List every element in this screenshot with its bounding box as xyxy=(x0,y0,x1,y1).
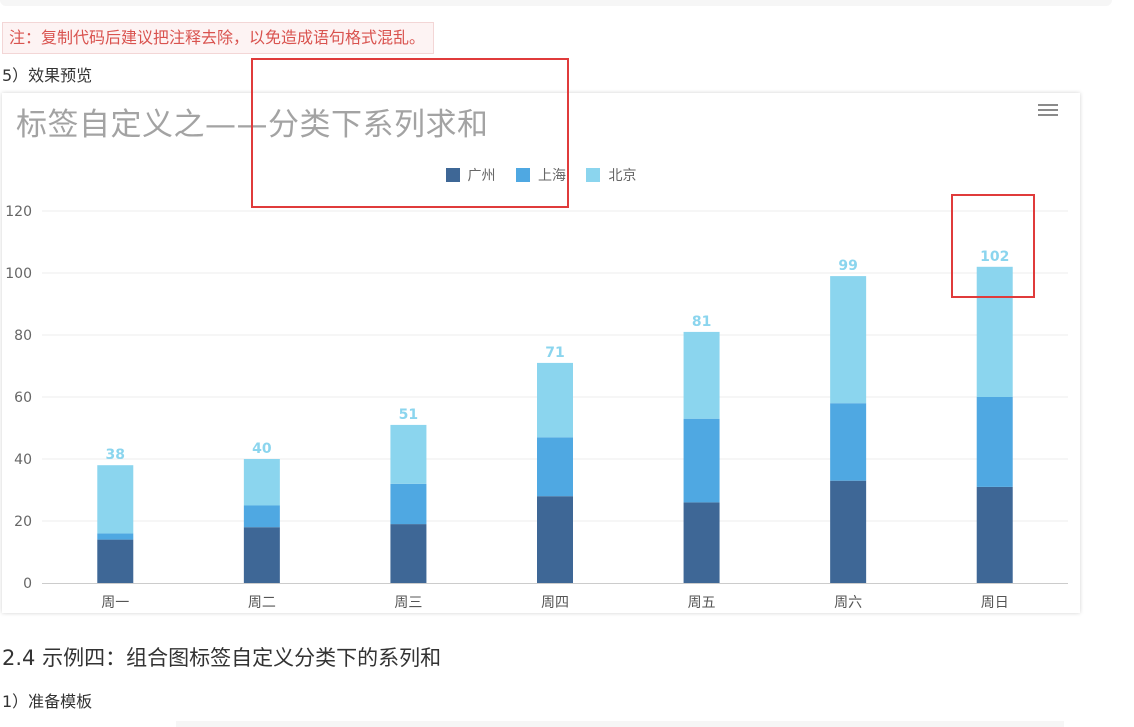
step-preview-label: 5）效果预览 xyxy=(2,66,93,85)
y-tick-label: 20 xyxy=(14,514,32,530)
x-tick-label: 周五 xyxy=(688,595,716,611)
legend-label-beijing: 北京 xyxy=(608,168,637,184)
x-tick-label: 周二 xyxy=(248,595,276,611)
bar-广州-周一 xyxy=(97,539,134,583)
bar-北京-周二 xyxy=(243,459,280,506)
annotation-box-legend xyxy=(251,58,569,208)
bar-北京-周三 xyxy=(390,424,427,484)
bar-广州-周日 xyxy=(976,486,1013,583)
total-label: 81 xyxy=(692,314,711,330)
bar-上海-周二 xyxy=(243,505,280,528)
bar-北京-周一 xyxy=(97,465,134,534)
bar-北京-周五 xyxy=(683,331,720,419)
bar-北京-周四 xyxy=(537,362,573,438)
annotation-box-total-label xyxy=(951,194,1035,298)
x-tick-label: 周六 xyxy=(834,595,862,611)
bar-上海-周三 xyxy=(390,483,427,525)
y-tick-label: 0 xyxy=(23,576,32,592)
total-label: 99 xyxy=(838,258,857,274)
x-tick-label: 周四 xyxy=(541,595,569,611)
bar-上海-周五 xyxy=(683,418,720,503)
total-label: 40 xyxy=(252,441,272,457)
bar-上海-周日 xyxy=(976,397,1013,487)
bar-广州-周四 xyxy=(537,496,573,583)
x-tick-label: 周三 xyxy=(394,595,422,611)
total-label: 51 xyxy=(399,407,418,423)
y-tick-label: 40 xyxy=(14,452,32,468)
x-tick-label: 周一 xyxy=(101,595,129,611)
bar-北京-周六 xyxy=(830,276,867,404)
bar-广州-周五 xyxy=(683,502,720,583)
step-prepare-label: 1）准备模板 xyxy=(2,692,93,711)
bar-上海-周一 xyxy=(97,533,134,540)
hamburger-menu-icon[interactable] xyxy=(1038,101,1058,119)
total-label: 71 xyxy=(545,345,564,361)
bar-广州-周三 xyxy=(390,524,427,583)
legend-item-beijing[interactable]: 北京 xyxy=(586,165,636,185)
section-heading: 2.4 示例四：组合图标签自定义分类下的系列和 xyxy=(2,646,442,670)
bar-上海-周六 xyxy=(830,403,867,481)
y-tick-label: 80 xyxy=(14,328,32,344)
total-label: 38 xyxy=(106,447,125,463)
bar-上海-周四 xyxy=(537,437,573,497)
y-tick-label: 100 xyxy=(5,266,32,282)
x-tick-label: 周日 xyxy=(981,595,1009,611)
bar-广州-周六 xyxy=(830,480,867,583)
bar-广州-周二 xyxy=(243,527,280,583)
y-tick-label: 60 xyxy=(14,390,32,406)
legend-swatch-beijing xyxy=(586,168,601,182)
y-tick-label: 120 xyxy=(5,204,32,220)
next-code-block-edge xyxy=(176,721,1064,727)
previous-code-block-edge xyxy=(0,0,1112,6)
note-banner: 注：复制代码后建议把注释去除，以免造成语句格式混乱。 xyxy=(2,22,435,54)
